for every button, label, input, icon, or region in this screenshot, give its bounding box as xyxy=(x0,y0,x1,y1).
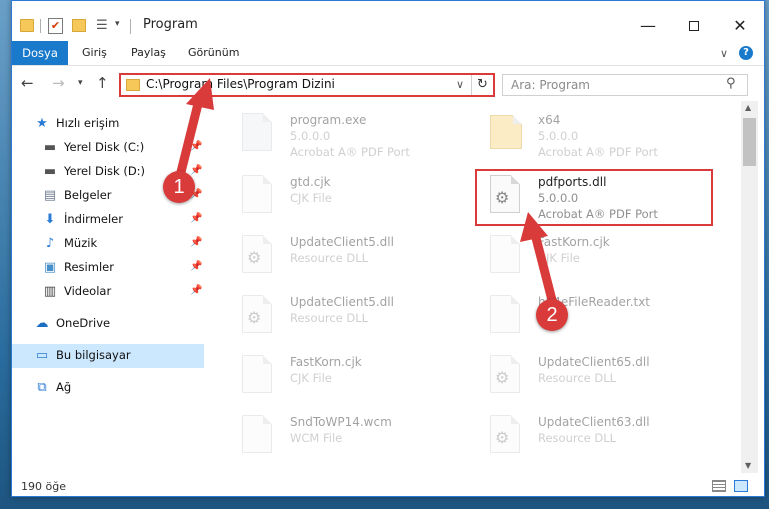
annotation-arrow-1 xyxy=(175,91,205,181)
annotation-arrow-2 xyxy=(530,229,557,305)
annotation-arrowhead-1 xyxy=(186,78,214,110)
annotation-arrowhead-2 xyxy=(520,212,548,242)
annotation-overlay xyxy=(175,78,557,305)
annotation-badge-1: 1 xyxy=(163,171,195,203)
annotation-badge-2: 2 xyxy=(536,299,568,331)
